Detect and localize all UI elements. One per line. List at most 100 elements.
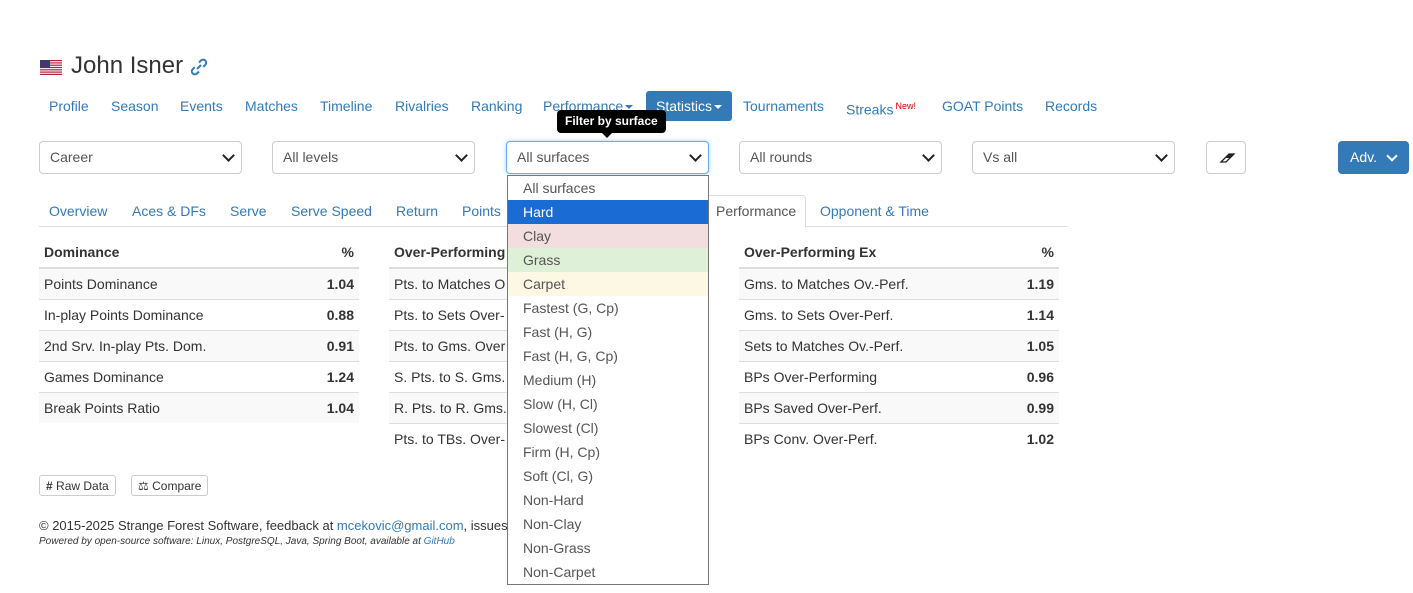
surface-option[interactable]: Medium (H): [508, 368, 708, 392]
opponent-select-value: Vs all: [983, 149, 1018, 165]
table-row: Points Dominance 1.04: [39, 267, 359, 300]
surface-select-value: All surfaces: [517, 149, 590, 165]
chevron-down-icon: [222, 149, 235, 162]
surface-option[interactable]: Soft (Cl, G): [508, 464, 708, 488]
season-select-value: Career: [50, 149, 93, 165]
row-value: 0.96: [1002, 361, 1059, 393]
tab-serve-speed[interactable]: Serve Speed: [281, 196, 382, 226]
nav-matches[interactable]: Matches: [235, 91, 308, 121]
powered-text: Powered by open-source software: Linux, …: [39, 536, 424, 547]
tab-points[interactable]: Points: [452, 196, 511, 226]
round-select-value: All rounds: [750, 149, 813, 165]
surface-option[interactable]: Firm (H, Cp): [508, 440, 708, 464]
row-value: 1.19: [1002, 267, 1059, 300]
over-performing-ex-table: Over-Performing Ex % Gms. to Matches Ov.…: [739, 237, 1059, 454]
table-row: Gms. to Sets Over-Perf. 1.14: [739, 299, 1059, 331]
nav-timeline[interactable]: Timeline: [310, 91, 382, 121]
surface-option[interactable]: Non-Clay: [508, 512, 708, 536]
player-name: John Isner: [71, 52, 184, 79]
surface-option[interactable]: Non-Hard: [508, 488, 708, 512]
row-value: 0.99: [1002, 392, 1059, 424]
tab-opponent-time[interactable]: Opponent & Time: [810, 196, 939, 226]
surface-option[interactable]: Fast (H, G): [508, 320, 708, 344]
eraser-icon: [1219, 153, 1236, 163]
adv-label: Adv.: [1350, 149, 1377, 165]
nav-goat-points[interactable]: GOAT Points: [932, 91, 1033, 121]
surface-option[interactable]: Slowest (Cl): [508, 416, 708, 440]
copyright-text: © 2015-2025 Strange Forest Software, fee…: [39, 518, 337, 533]
level-select[interactable]: All levels: [272, 141, 475, 174]
surface-option[interactable]: Fast (H, G, Cp): [508, 344, 708, 368]
dominance-table: Dominance % Points Dominance 1.04 In-play…: [39, 237, 359, 423]
row-label: Points Dominance: [39, 267, 303, 300]
advanced-filter-button[interactable]: Adv.: [1338, 141, 1409, 174]
nav-ranking[interactable]: Ranking: [461, 91, 532, 121]
surface-select[interactable]: All surfaces: [506, 141, 709, 174]
raw-data-label: Raw Data: [56, 479, 109, 493]
chevron-down-icon: [455, 149, 468, 162]
nav-rivalries[interactable]: Rivalries: [385, 91, 459, 121]
row-value: 1.14: [1002, 299, 1059, 331]
compare-button[interactable]: ⚖ Compare: [131, 475, 209, 496]
round-select[interactable]: All rounds: [739, 141, 942, 174]
row-label: In-play Points Dominance: [39, 299, 303, 331]
surface-option[interactable]: Hard: [508, 200, 708, 224]
table-row: 2nd Srv. In-play Pts. Dom. 0.91: [39, 330, 359, 362]
balance-scale-icon: ⚖: [138, 479, 149, 493]
nav-season[interactable]: Season: [101, 91, 168, 121]
over-performing-ex-header: Over-Performing Ex: [739, 237, 1003, 269]
surface-option[interactable]: Clay: [508, 224, 708, 248]
link-icon[interactable]: [190, 58, 208, 76]
tab-performance[interactable]: Performance: [706, 195, 807, 228]
row-value: 1.24: [302, 361, 359, 393]
nav-tournaments[interactable]: Tournaments: [733, 91, 834, 121]
issues-text: , issues: [463, 518, 508, 533]
dominance-unit: %: [302, 237, 359, 269]
raw-data-button[interactable]: # Raw Data: [39, 475, 116, 496]
nav-events[interactable]: Events: [170, 91, 233, 121]
row-value: 1.05: [1002, 330, 1059, 362]
row-label: Gms. to Matches Ov.-Perf.: [739, 267, 1003, 300]
tab-overview[interactable]: Overview: [39, 196, 117, 226]
table-row: Break Points Ratio 1.04: [39, 392, 359, 423]
footer-powered-by: Powered by open-source software: Linux, …: [39, 536, 455, 547]
hash-icon: #: [46, 479, 53, 493]
clear-filters-button[interactable]: [1206, 141, 1246, 174]
tab-serve[interactable]: Serve: [220, 196, 277, 226]
github-link[interactable]: GitHub: [424, 536, 455, 547]
surface-option[interactable]: Non-Carpet: [508, 560, 708, 584]
opponent-select[interactable]: Vs all: [972, 141, 1175, 174]
nav-streaks-label: Streaks: [846, 101, 894, 118]
nav-streaks[interactable]: Streaks New!: [836, 91, 926, 121]
chevron-down-icon: [689, 149, 702, 162]
chevron-down-icon: [922, 149, 935, 162]
surface-option[interactable]: Slow (H, Cl): [508, 392, 708, 416]
caret-down-icon: [714, 105, 723, 110]
table-row: Sets to Matches Ov.-Perf. 1.05: [739, 330, 1059, 362]
feedback-email-link[interactable]: mcekovic@gmail.com: [337, 518, 464, 533]
surface-option[interactable]: Grass: [508, 248, 708, 272]
row-value: 0.91: [302, 330, 359, 362]
surface-option[interactable]: Fastest (G, Cp): [508, 296, 708, 320]
surface-option[interactable]: All surfaces: [508, 176, 708, 200]
row-label: BPs Saved Over-Perf.: [739, 392, 1003, 424]
season-select[interactable]: Career: [39, 141, 242, 174]
chevron-down-icon: [1386, 150, 1398, 162]
nav-records[interactable]: Records: [1035, 91, 1107, 121]
dominance-header: Dominance: [39, 237, 303, 269]
surface-tooltip: Filter by surface: [557, 110, 666, 133]
nav-profile[interactable]: Profile: [39, 91, 99, 121]
row-value: 1.04: [302, 267, 359, 300]
tab-return[interactable]: Return: [386, 196, 448, 226]
surface-option[interactable]: Non-Grass: [508, 536, 708, 560]
level-select-value: All levels: [283, 149, 339, 165]
caret-down-icon: [625, 105, 634, 110]
row-label: BPs Over-Performing: [739, 361, 1003, 393]
tab-aces-dfs[interactable]: Aces & DFs: [122, 196, 216, 226]
over-performing-ex-unit: %: [1002, 237, 1059, 269]
row-label: BPs Conv. Over-Perf.: [739, 423, 1003, 454]
tooltip-arrow: [602, 133, 612, 138]
surface-option[interactable]: Carpet: [508, 272, 708, 296]
compare-label: Compare: [152, 479, 202, 493]
flag-us-icon: [40, 60, 62, 75]
